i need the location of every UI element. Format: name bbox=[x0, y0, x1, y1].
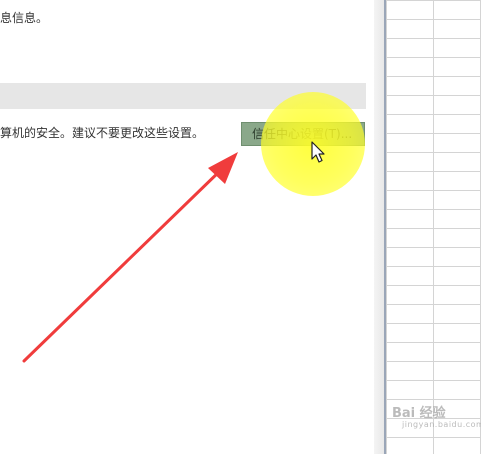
window-edge bbox=[374, 0, 384, 454]
watermark-brand: Bai 经验 bbox=[392, 406, 446, 421]
security-description: 算机的安全。建议不要更改这些设置。 bbox=[0, 126, 205, 140]
settings-dialog: 息信息。 算机的安全。建议不要更改这些设置。 信任中心设置(T)... bbox=[0, 0, 374, 454]
section-header bbox=[0, 83, 366, 109]
watermark-url: jingyan.baidu.com bbox=[402, 420, 481, 429]
mouse-cursor-icon bbox=[311, 141, 325, 163]
baidu-watermark: Bai 经验 jingyan.baidu.com bbox=[392, 398, 481, 438]
spreadsheet-grid bbox=[386, 0, 481, 454]
trust-center-settings-button[interactable]: 信任中心设置(T)... bbox=[241, 122, 365, 146]
intro-text: 息信息。 bbox=[0, 11, 49, 25]
